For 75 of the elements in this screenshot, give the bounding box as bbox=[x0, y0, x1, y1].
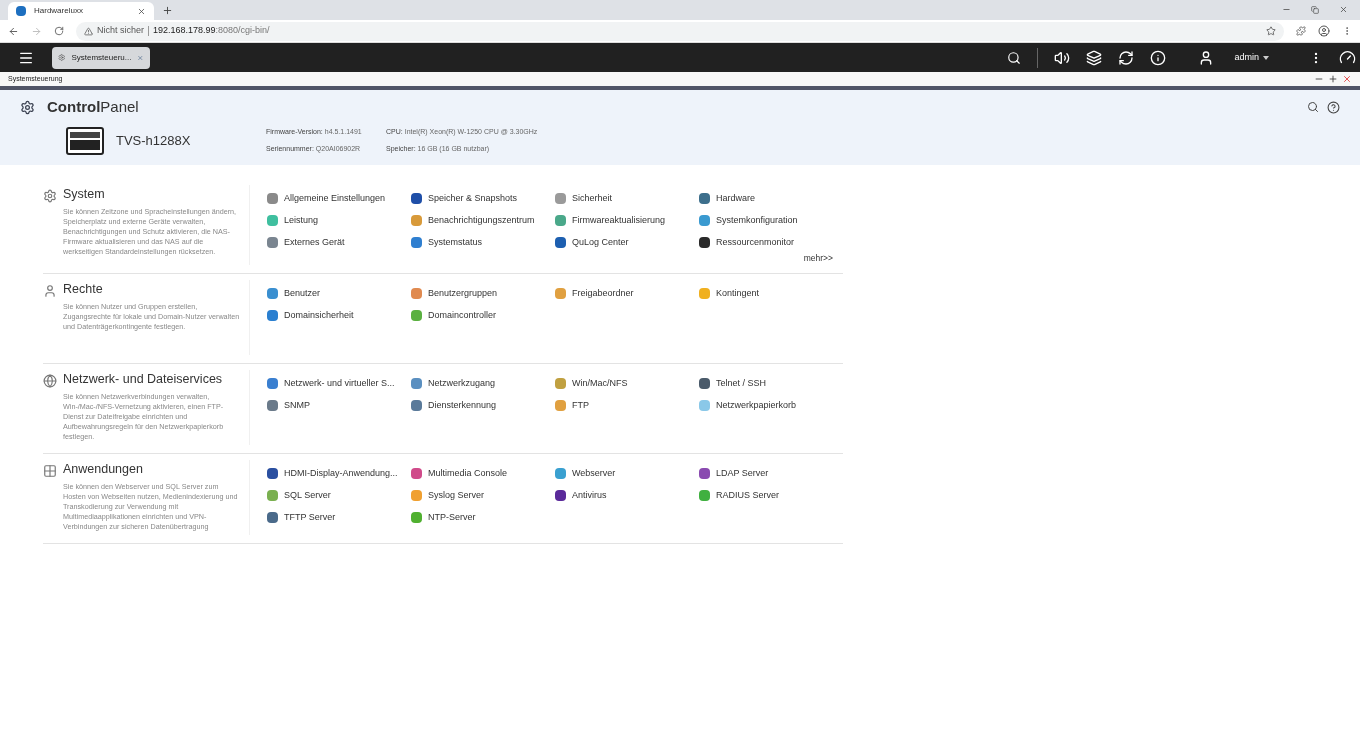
settings-link[interactable]: Telnet / SSH bbox=[699, 375, 843, 391]
info-icon[interactable] bbox=[1150, 49, 1167, 66]
settings-link[interactable]: Domaincontroller bbox=[411, 307, 555, 323]
user-menu[interactable]: admin bbox=[1234, 50, 1269, 65]
close-icon[interactable] bbox=[137, 6, 146, 16]
settings-link[interactable]: NTP-Server bbox=[411, 509, 555, 525]
more-link[interactable]: mehr>> bbox=[803, 252, 833, 265]
settings-link[interactable]: Benachrichtigungszentrum bbox=[411, 213, 555, 228]
sync-icon[interactable] bbox=[1118, 49, 1135, 66]
settings-link[interactable]: Firmwareaktualisierung bbox=[555, 213, 699, 228]
panel-title: ControlPanel bbox=[47, 97, 139, 117]
settings-link[interactable]: Netzwerkpapierkorb bbox=[699, 397, 843, 413]
search-icon[interactable] bbox=[1007, 50, 1022, 65]
settings-link[interactable]: RADIUS Server bbox=[699, 487, 843, 503]
apps-icon bbox=[43, 463, 57, 478]
settings-link[interactable]: Systemstatus bbox=[411, 235, 555, 250]
settings-link[interactable]: Ressourcenmonitor bbox=[699, 235, 843, 250]
settings-link[interactable]: Syslog Server bbox=[411, 487, 555, 503]
security-label: Nicht sicher bbox=[97, 24, 144, 38]
caret-icon bbox=[1263, 55, 1269, 60]
section-title: Rechte bbox=[63, 280, 104, 298]
model-name: TVS-h1288X bbox=[116, 131, 192, 150]
bookmark-icon[interactable] bbox=[1266, 26, 1276, 36]
settings-link[interactable]: Speicher & Snapshots bbox=[411, 191, 555, 206]
restore-icon[interactable] bbox=[1311, 6, 1319, 14]
settings-link[interactable]: Freigabeordner bbox=[555, 285, 699, 301]
settings-link[interactable]: Antivirus bbox=[555, 487, 699, 503]
settings-link[interactable]: Webserver bbox=[555, 465, 699, 481]
app-icon bbox=[16, 6, 26, 16]
settings-link[interactable]: QuLog Center bbox=[555, 235, 699, 250]
section-title: Netzwerk- und Dateiservices bbox=[63, 370, 224, 388]
stack-icon[interactable] bbox=[1086, 49, 1103, 66]
section-title: Anwendungen bbox=[63, 460, 144, 478]
back-icon[interactable] bbox=[8, 25, 19, 37]
settings-link[interactable]: Externes Gerät bbox=[267, 235, 411, 250]
browser-tab[interactable]: Hardwareluxx bbox=[8, 2, 154, 20]
section-title: System bbox=[63, 186, 106, 203]
settings-link[interactable]: Leistung bbox=[267, 213, 411, 228]
app-tab[interactable]: Systemsteueru... bbox=[52, 46, 150, 69]
maximize-icon[interactable] bbox=[1328, 74, 1338, 84]
settings-link[interactable]: TFTP Server bbox=[267, 509, 411, 525]
new-tab-icon[interactable] bbox=[162, 5, 173, 16]
settings-link[interactable]: Systemkonfiguration bbox=[699, 213, 843, 228]
settings-link[interactable]: Sicherheit bbox=[555, 191, 699, 206]
settings-link[interactable]: Win/Mac/NFS bbox=[555, 375, 699, 391]
speaker-icon[interactable] bbox=[1054, 49, 1071, 66]
user-icon bbox=[43, 283, 57, 298]
close-icon[interactable] bbox=[1342, 74, 1352, 84]
settings-link[interactable]: Diensterkennung bbox=[411, 397, 555, 413]
help-icon[interactable] bbox=[1327, 100, 1340, 114]
settings-link[interactable]: Benutzergruppen bbox=[411, 285, 555, 301]
close-icon[interactable] bbox=[1339, 5, 1348, 14]
settings-link[interactable]: SQL Server bbox=[267, 487, 411, 503]
settings-link[interactable]: Netzwerk- und virtueller S... bbox=[267, 375, 411, 391]
settings-link[interactable]: HDMI-Display-Anwendung... bbox=[267, 465, 411, 481]
extension-icon[interactable] bbox=[1296, 26, 1306, 36]
settings-link[interactable]: Multimedia Console bbox=[411, 465, 555, 481]
tab-title: Hardwareluxx bbox=[34, 5, 84, 17]
reload-icon[interactable] bbox=[54, 26, 64, 36]
settings-link[interactable]: Netzwerkzugang bbox=[411, 375, 555, 391]
address-bar[interactable]: Nicht sicher 192.168.178.99:8080/cgi-bin/ bbox=[76, 21, 1284, 41]
url-text: 192.168.178.99:8080/cgi-bin/ bbox=[153, 24, 270, 38]
nas-device-icon bbox=[66, 126, 104, 155]
dashboard-icon[interactable] bbox=[1339, 49, 1356, 66]
globe-icon bbox=[43, 373, 57, 388]
settings-link[interactable]: Hardware bbox=[699, 191, 843, 206]
settings-link[interactable]: LDAP Server bbox=[699, 465, 843, 481]
settings-link[interactable]: Allgemeine Einstellungen bbox=[267, 191, 411, 206]
settings-link[interactable]: SNMP bbox=[267, 397, 411, 413]
warning-icon bbox=[84, 26, 93, 36]
settings-link[interactable]: Benutzer bbox=[267, 285, 411, 301]
settings-link[interactable]: FTP bbox=[555, 397, 699, 413]
settings-link[interactable]: Domainsicherheit bbox=[267, 307, 411, 323]
profile-icon[interactable] bbox=[1318, 25, 1330, 37]
settings-link[interactable]: Kontingent bbox=[699, 285, 843, 301]
